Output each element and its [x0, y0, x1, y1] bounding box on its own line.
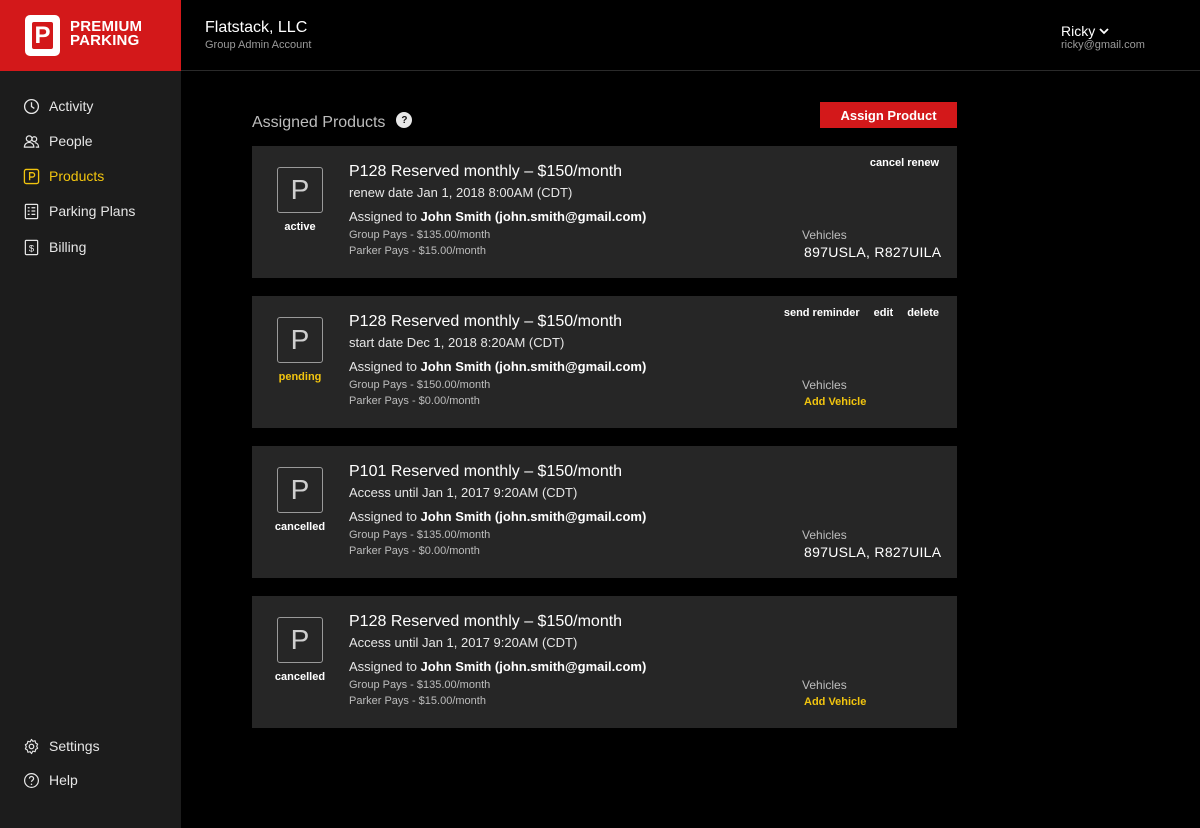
people-icon [22, 132, 40, 150]
user-email: ricky@gmail.com [1061, 39, 1145, 51]
sidebar-item-label: Settings [49, 738, 100, 754]
assignee: John Smith (john.smith@gmail.com) [420, 359, 647, 374]
sidebar-item-activity[interactable]: Activity [22, 95, 93, 117]
sidebar-item-people[interactable]: People [22, 130, 93, 152]
sidebar-item-settings[interactable]: Settings [22, 735, 100, 757]
product-card: P active P128 Reserved monthly – $150/mo… [252, 146, 957, 278]
product-date: Access until Jan 1, 2017 9:20AM (CDT) [349, 635, 578, 650]
plans-icon [22, 202, 40, 220]
sidebar-item-billing[interactable]: $ Billing [22, 236, 86, 258]
gear-icon [22, 737, 40, 755]
edit-link[interactable]: edit [874, 307, 894, 319]
assigned-to: Assigned to John Smith (john.smith@gmail… [349, 659, 647, 674]
parker-pays: Parker Pays - $15.00/month [349, 245, 486, 257]
page-title: Assigned Products ? [252, 112, 413, 132]
vehicles-value: 897USLA, R827UILA [804, 244, 942, 260]
product-title: P128 Reserved monthly – $150/month [349, 163, 623, 180]
user-menu[interactable]: Ricky [1061, 23, 1109, 39]
org-name: Flatstack, LLC [205, 19, 308, 36]
parker-pays: Parker Pays - $0.00/month [349, 395, 480, 407]
vehicles-label: Vehicles [802, 378, 847, 392]
add-vehicle-link[interactable]: Add Vehicle [804, 396, 866, 408]
vehicles-value: 897USLA, R827UILA [804, 544, 942, 560]
parker-pays: Parker Pays - $15.00/month [349, 695, 486, 707]
assignee: John Smith (john.smith@gmail.com) [420, 509, 647, 524]
status-badge: cancelled [274, 671, 326, 683]
vehicles-label: Vehicles [802, 528, 847, 542]
assign-product-button[interactable]: Assign Product [820, 102, 957, 128]
sidebar-item-label: Billing [49, 239, 87, 255]
top-bar: Flatstack, LLC Group Admin Account Ricky… [181, 0, 1200, 71]
send-reminder-link[interactable]: send reminder [784, 307, 860, 319]
product-title: P128 Reserved monthly – $150/month [349, 613, 623, 630]
sidebar-item-label: Parking Plans [49, 203, 136, 219]
status-badge: cancelled [274, 521, 326, 533]
assigned-to: Assigned to John Smith (john.smith@gmail… [349, 509, 647, 524]
sidebar-item-products[interactable]: Products [22, 165, 104, 187]
product-date: start date Dec 1, 2018 8:20AM (CDT) [349, 335, 565, 350]
chevron-down-icon [1099, 28, 1109, 35]
delete-link[interactable]: delete [907, 307, 939, 319]
cancel-renew-link[interactable]: cancel renew [870, 157, 939, 169]
group-pays: Group Pays - $150.00/month [349, 379, 491, 391]
status-badge: pending [278, 371, 322, 383]
assignee: John Smith (john.smith@gmail.com) [420, 659, 647, 674]
assigned-to: Assigned to John Smith (john.smith@gmail… [349, 209, 647, 224]
product-date: renew date Jan 1, 2018 8:00AM (CDT) [349, 185, 573, 200]
svg-text:$: $ [28, 243, 34, 254]
sidebar-item-label: Help [49, 772, 78, 788]
parking-icon: P [277, 467, 323, 513]
sidebar-item-label: People [49, 133, 93, 149]
group-pays: Group Pays - $135.00/month [349, 229, 491, 241]
brand-name: PREMIUM PARKING [70, 18, 143, 49]
help-icon [22, 771, 40, 789]
product-title: P101 Reserved monthly – $150/month [349, 463, 623, 480]
sidebar-item-help[interactable]: Help [22, 769, 78, 791]
product-card: P cancelled P101 Reserved monthly – $150… [252, 446, 957, 578]
card-actions: send reminder edit delete [784, 307, 939, 319]
product-card: P cancelled P128 Reserved monthly – $150… [252, 596, 957, 728]
assigned-to: Assigned to John Smith (john.smith@gmail… [349, 359, 647, 374]
clock-icon [22, 97, 40, 115]
parking-icon: P [277, 617, 323, 663]
parking-icon: P [277, 317, 323, 363]
sidebar-item-label: Activity [49, 98, 94, 114]
status-badge: active [284, 221, 316, 233]
group-pays: Group Pays - $135.00/month [349, 679, 491, 691]
vehicles-label: Vehicles [802, 228, 847, 242]
parker-pays: Parker Pays - $0.00/month [349, 545, 480, 557]
help-tooltip-icon[interactable]: ? [396, 112, 413, 128]
assignee: John Smith (john.smith@gmail.com) [420, 209, 647, 224]
card-actions: cancel renew [870, 157, 939, 169]
product-card: P pending P128 Reserved monthly – $150/m… [252, 296, 957, 428]
sidebar-item-parking-plans[interactable]: Parking Plans [22, 200, 135, 222]
product-date: Access until Jan 1, 2017 9:20AM (CDT) [349, 485, 578, 500]
product-title: P128 Reserved monthly – $150/month [349, 313, 623, 330]
sidebar: Activity People Products Parking Plans $… [0, 71, 181, 828]
billing-icon: $ [22, 238, 40, 256]
user-name: Ricky [1061, 23, 1096, 39]
vehicles-label: Vehicles [802, 678, 847, 692]
account-type: Group Admin Account [205, 39, 312, 51]
sidebar-item-label: Products [49, 168, 105, 184]
brand-logo[interactable]: P PREMIUM PARKING [0, 0, 181, 71]
parking-icon [22, 167, 40, 185]
parking-icon: P [277, 167, 323, 213]
parking-logo-icon: P [25, 15, 60, 56]
add-vehicle-link[interactable]: Add Vehicle [804, 696, 866, 708]
group-pays: Group Pays - $135.00/month [349, 529, 491, 541]
